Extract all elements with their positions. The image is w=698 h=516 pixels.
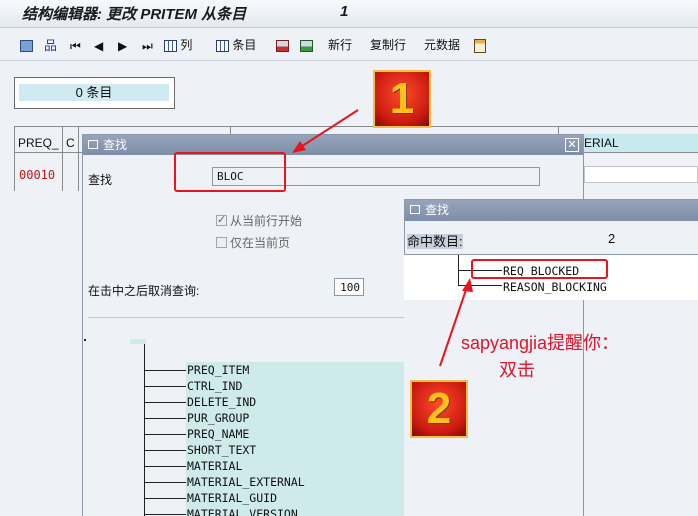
annotation-arrows (292, 109, 473, 367)
annotation-note-line1: sapyangjia提醒你： (461, 333, 620, 353)
arrow-to-search (295, 109, 359, 151)
annotation-note-line2: 双击 (499, 360, 535, 380)
annotation-badge-1: 1 (373, 70, 431, 128)
arrow-head (292, 141, 306, 153)
arrow-head (462, 278, 473, 292)
annotation-badge-2: 2 (410, 380, 468, 438)
